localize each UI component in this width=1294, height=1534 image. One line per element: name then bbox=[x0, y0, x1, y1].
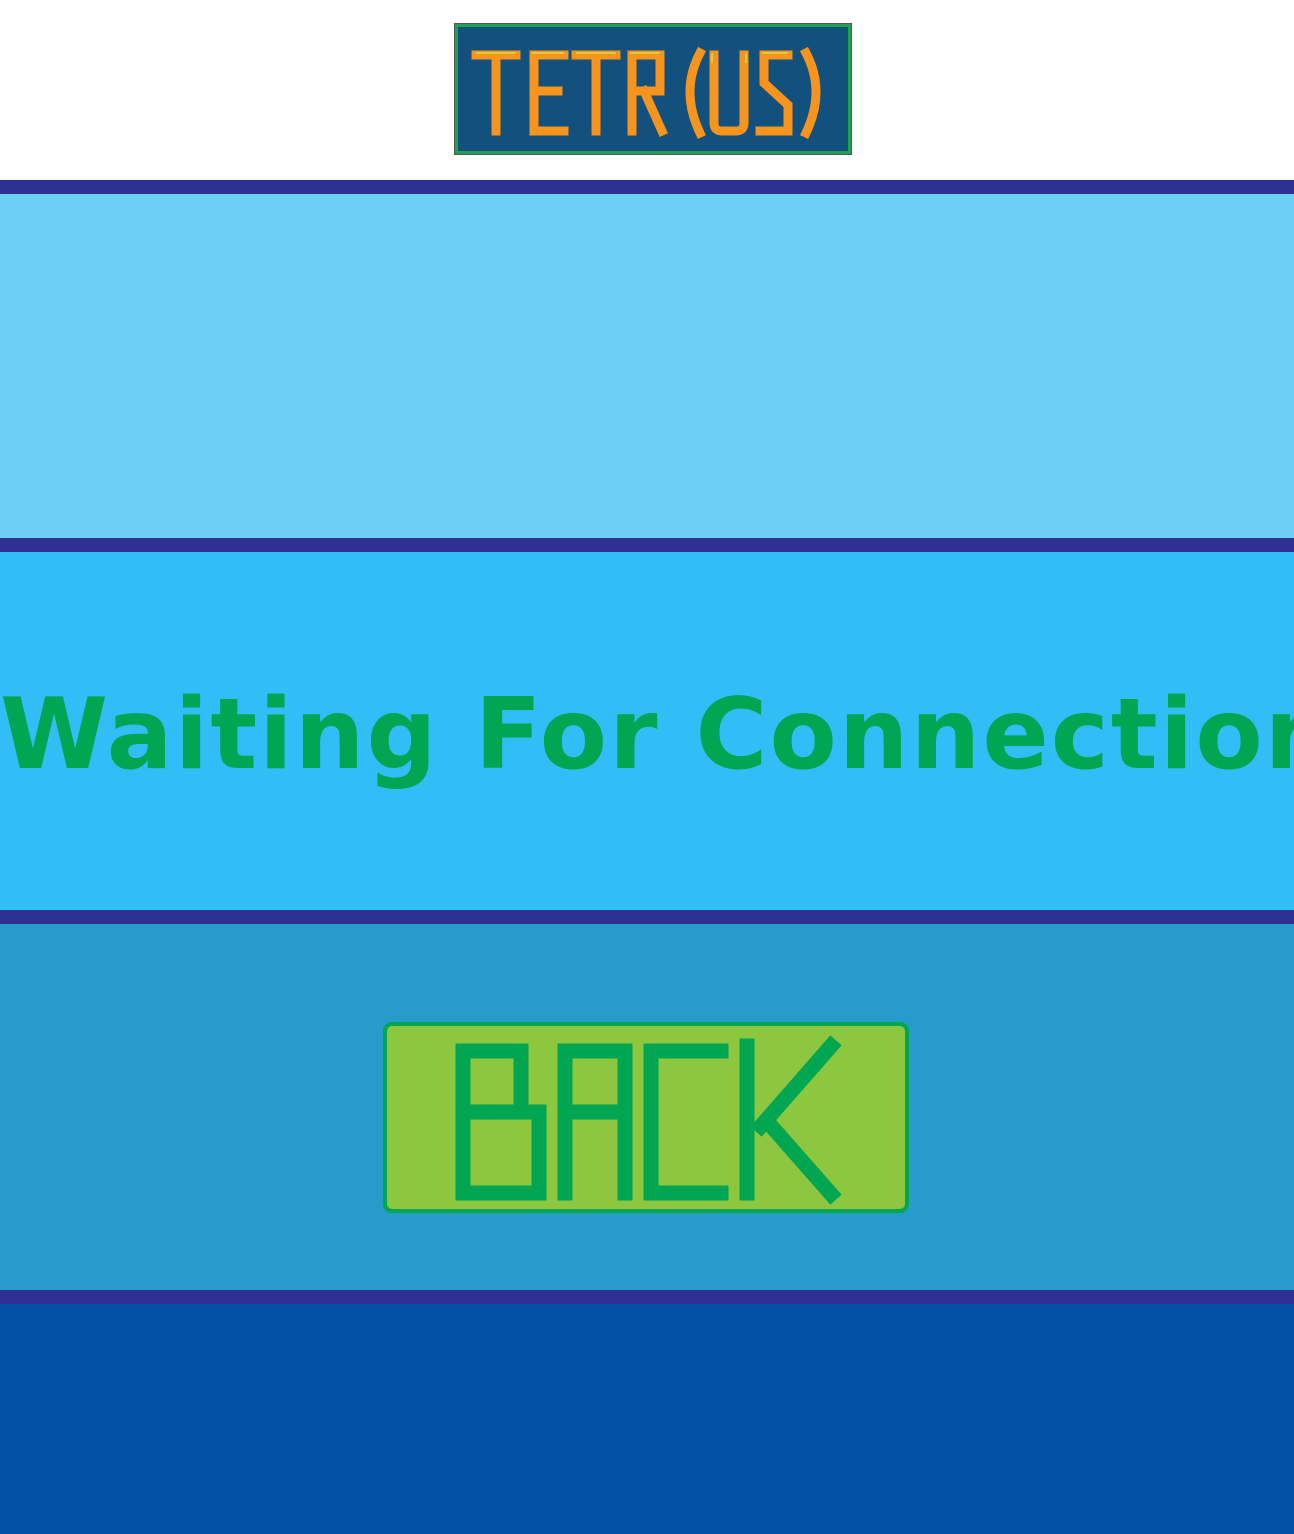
divider-line bbox=[0, 538, 1294, 552]
divider-line bbox=[0, 910, 1294, 924]
header: TETR(US) bbox=[0, 0, 1294, 180]
divider-line bbox=[0, 1290, 1294, 1304]
back-button[interactable]: BACK bbox=[383, 1022, 909, 1213]
bottom-panel bbox=[0, 1304, 1294, 1534]
logo-lettering-icon bbox=[471, 46, 821, 139]
divider-line bbox=[0, 180, 1294, 194]
back-lettering-icon bbox=[455, 1035, 842, 1205]
waiting-status-text: Waiting For Connection bbox=[0, 678, 1294, 792]
game-screen: TETR(US) bbox=[0, 0, 1294, 1534]
game-logo: TETR(US) bbox=[454, 23, 852, 155]
top-panel bbox=[0, 194, 1294, 538]
